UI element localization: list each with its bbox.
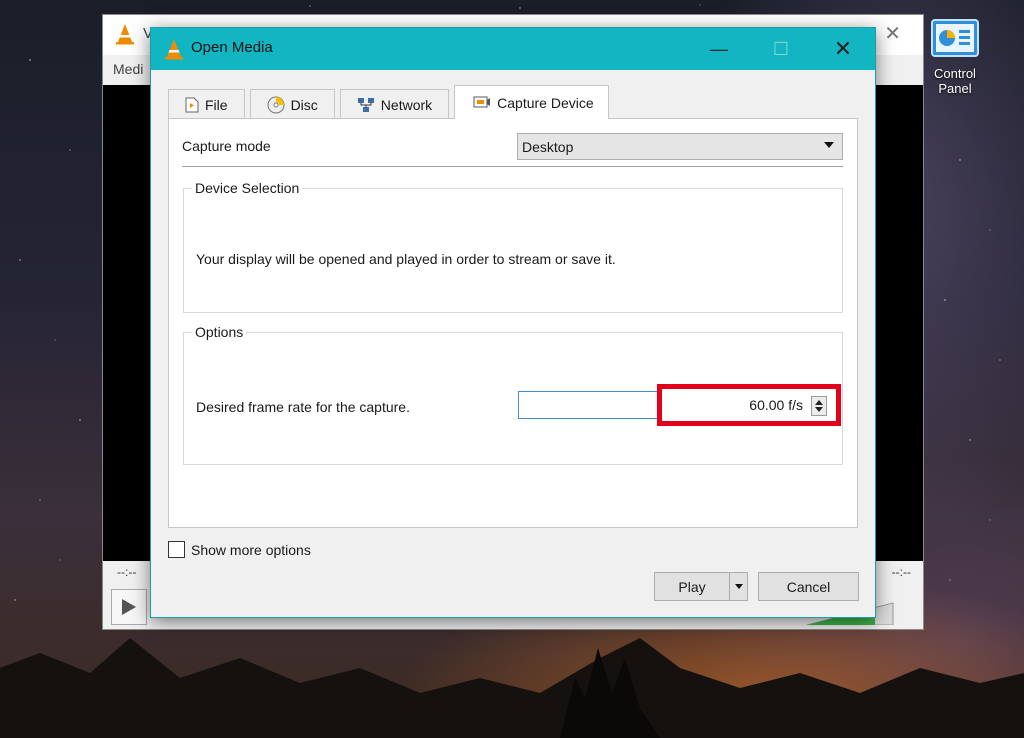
play-button[interactable]: Play bbox=[654, 572, 730, 601]
minimize-button[interactable]: — bbox=[696, 34, 742, 64]
show-more-options-checkbox[interactable] bbox=[168, 541, 185, 558]
spin-up-icon[interactable] bbox=[815, 400, 823, 405]
dialog-title: Open Media bbox=[191, 39, 273, 56]
tab-disc-label: Disc bbox=[290, 96, 318, 113]
separator bbox=[182, 166, 843, 168]
play-dropdown-button[interactable] bbox=[729, 572, 748, 601]
device-selection-group: Device Selection Your display will be op… bbox=[183, 180, 843, 313]
disc-icon bbox=[267, 96, 285, 113]
desktop-icon-control-panel[interactable]: Control Panel bbox=[920, 18, 990, 96]
chevron-down-icon bbox=[734, 584, 743, 589]
control-panel-icon bbox=[931, 19, 979, 57]
play-icon bbox=[122, 599, 136, 615]
frame-rate-field-left[interactable] bbox=[518, 391, 678, 419]
spin-buttons[interactable] bbox=[811, 396, 827, 416]
cancel-button-label: Cancel bbox=[786, 578, 831, 595]
main-play-button[interactable] bbox=[111, 589, 147, 625]
capture-mode-value: Desktop bbox=[522, 138, 574, 155]
frame-rate-spinbox[interactable]: 60.00 f/s bbox=[667, 393, 831, 417]
file-icon bbox=[185, 97, 199, 112]
desktop-icon-label: Control Panel bbox=[934, 66, 976, 96]
show-more-options-label: Show more options bbox=[191, 541, 311, 558]
vlc-cone-icon bbox=[165, 39, 183, 60]
vlc-cone-icon bbox=[116, 24, 134, 45]
elapsed-time: --:-- bbox=[117, 565, 137, 579]
total-time: --:-- bbox=[891, 565, 911, 579]
open-media-dialog: Open Media — ☐ ✕ File Disc Network Captu… bbox=[150, 27, 876, 618]
network-icon bbox=[357, 97, 374, 112]
device-selection-legend: Device Selection bbox=[192, 180, 303, 196]
frame-rate-highlight: 60.00 f/s bbox=[657, 384, 841, 426]
maximize-icon: ☐ bbox=[772, 38, 790, 59]
tab-file-label: File bbox=[205, 96, 228, 113]
options-group: Options Desired frame rate for the captu… bbox=[183, 324, 843, 465]
options-legend: Options bbox=[192, 324, 247, 340]
tab-network-label: Network bbox=[380, 96, 433, 113]
capture-mode-label: Capture mode bbox=[182, 138, 271, 154]
maximize-button[interactable]: ☐ bbox=[758, 34, 804, 64]
frame-rate-value: 60.00 f/s bbox=[749, 397, 803, 413]
minimize-icon: — bbox=[710, 38, 728, 59]
tab-capture-device-label: Capture Device bbox=[497, 94, 594, 111]
frame-rate-label: Desired frame rate for the capture. bbox=[196, 399, 410, 415]
tab-network[interactable]: Network bbox=[339, 89, 450, 119]
play-button-label: Play bbox=[678, 578, 706, 595]
tab-capture-device[interactable]: Capture Device bbox=[454, 85, 609, 119]
chevron-down-icon bbox=[824, 142, 834, 148]
cancel-button[interactable]: Cancel bbox=[758, 572, 859, 601]
tab-file[interactable]: File bbox=[168, 89, 245, 119]
close-button[interactable]: ✕ bbox=[820, 34, 866, 64]
capture-device-panel: Capture mode Desktop Device Selection Yo… bbox=[168, 118, 858, 528]
tab-disc[interactable]: Disc bbox=[249, 89, 335, 119]
vlc-main-menu-media[interactable]: Medi bbox=[113, 61, 143, 77]
show-more-options[interactable]: Show more options bbox=[168, 541, 311, 558]
vlc-main-close-icon[interactable]: ✕ bbox=[884, 21, 901, 46]
device-selection-description: Your display will be opened and played i… bbox=[196, 251, 616, 267]
spin-down-icon[interactable] bbox=[815, 407, 823, 412]
close-icon: ✕ bbox=[833, 36, 853, 61]
capture-device-icon bbox=[473, 96, 491, 107]
dialog-titlebar: Open Media — ☐ ✕ bbox=[151, 28, 875, 70]
capture-mode-select[interactable]: Desktop bbox=[517, 133, 843, 160]
tab-bar: File Disc Network Capture Device bbox=[168, 85, 609, 119]
